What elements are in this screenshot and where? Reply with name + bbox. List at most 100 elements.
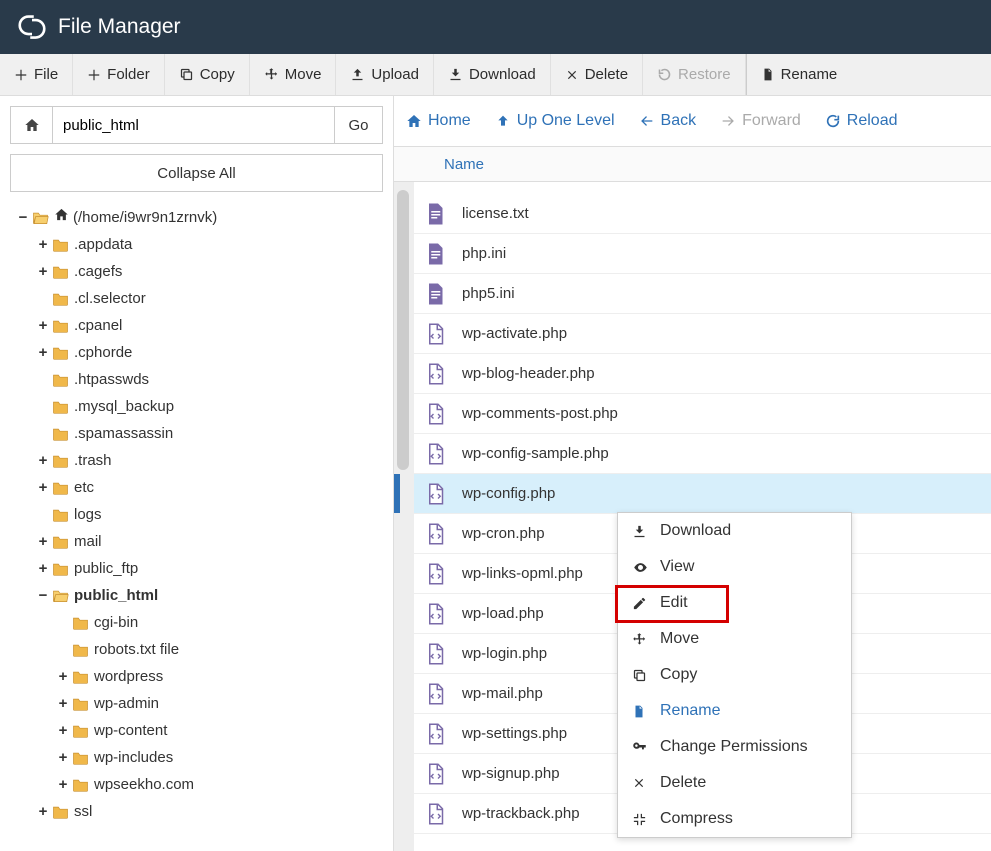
tree-item[interactable]: + wordpress — [56, 663, 383, 690]
column-name[interactable]: Name — [444, 156, 484, 173]
home-icon — [54, 209, 69, 226]
go-button[interactable]: Go — [334, 107, 382, 143]
scrollbar-thumb[interactable] — [397, 190, 409, 470]
context-download[interactable]: Download — [618, 513, 851, 549]
tree-item[interactable]: + wpseekho.com — [56, 771, 383, 798]
tree-toggle[interactable]: − — [16, 204, 30, 231]
tree-label[interactable]: wordpress — [94, 668, 163, 685]
context-copy[interactable]: Copy — [618, 657, 851, 693]
tree-root-label[interactable]: (/home/i9wr9n1zrnvk) — [73, 209, 217, 226]
tree-label[interactable]: .spamassassin — [74, 425, 173, 442]
tree-label[interactable]: .mysql_backup — [74, 398, 174, 415]
tree-label[interactable]: logs — [74, 506, 102, 523]
tree-item[interactable]: + etc — [36, 474, 383, 501]
tree-item[interactable]: + .cphorde — [36, 339, 383, 366]
toolbar-folder-button[interactable]: Folder — [73, 54, 165, 95]
toolbar-delete-button[interactable]: Delete — [551, 54, 643, 95]
tree-item[interactable]: + .appdata — [36, 231, 383, 258]
toolbar-upload-button[interactable]: Upload — [336, 54, 434, 95]
context-delete[interactable]: Delete — [618, 765, 851, 801]
tree-item[interactable]: + ssl — [36, 798, 383, 825]
toolbar-move-button[interactable]: Move — [250, 54, 337, 95]
tree-toggle[interactable]: + — [56, 663, 70, 690]
tree-toggle[interactable]: − — [36, 582, 50, 609]
path-input[interactable] — [53, 107, 334, 143]
tree-label[interactable]: .htpasswds — [74, 371, 149, 388]
tree-item[interactable]: − public_html cgi-bin robots.txt file + wordp… — [36, 582, 383, 798]
context-change-permissions[interactable]: Change Permissions — [618, 729, 851, 765]
collapse-all-button[interactable]: Collapse All — [10, 154, 383, 192]
tree-toggle[interactable]: + — [36, 474, 50, 501]
tree-label[interactable]: mail — [74, 533, 102, 550]
tree-toggle[interactable]: + — [56, 690, 70, 717]
tree-item[interactable]: .cl.selector — [36, 285, 383, 312]
table-row[interactable]: wp-comments-post.php — [414, 394, 991, 434]
tree-item[interactable]: + wp-includes — [56, 744, 383, 771]
tree-item[interactable]: .mysql_backup — [36, 393, 383, 420]
tree-label[interactable]: etc — [74, 479, 94, 496]
table-row[interactable]: wp-activate.php — [414, 314, 991, 354]
tree-toggle[interactable]: + — [36, 447, 50, 474]
context-edit[interactable]: Edit — [618, 585, 851, 621]
table-row[interactable]: wp-config-sample.php — [414, 434, 991, 474]
table-row[interactable] — [414, 182, 991, 194]
tree-item[interactable]: + wp-content — [56, 717, 383, 744]
tree-label[interactable]: .cl.selector — [74, 290, 146, 307]
context-compress[interactable]: Compress — [618, 801, 851, 837]
tree-label[interactable]: public_ftp — [74, 560, 138, 577]
tree-item[interactable]: logs — [36, 501, 383, 528]
tree-label[interactable]: .appdata — [74, 236, 132, 253]
nav-back[interactable]: Back — [639, 112, 697, 130]
tree-label[interactable]: public_html — [74, 587, 158, 604]
tree-toggle[interactable]: + — [36, 231, 50, 258]
nav-reload[interactable]: Reload — [825, 112, 898, 130]
tree-item[interactable]: .htpasswds — [36, 366, 383, 393]
file-name: wp-trackback.php — [462, 805, 580, 822]
tree-item[interactable]: + .cagefs — [36, 258, 383, 285]
tree-label[interactable]: wp-content — [94, 722, 167, 739]
tree-toggle[interactable]: + — [36, 312, 50, 339]
tree-item[interactable]: cgi-bin — [56, 609, 383, 636]
toolbar-copy-button[interactable]: Copy — [165, 54, 250, 95]
tree-toggle[interactable]: + — [36, 339, 50, 366]
tree-item[interactable]: .spamassassin — [36, 420, 383, 447]
table-row[interactable]: php5.ini — [414, 274, 991, 314]
tree-item[interactable]: + public_ftp — [36, 555, 383, 582]
tree-toggle[interactable]: + — [36, 528, 50, 555]
tree-label[interactable]: .trash — [74, 452, 112, 469]
tree-toggle[interactable]: + — [36, 555, 50, 582]
tree-label[interactable]: wpseekho.com — [94, 776, 194, 793]
table-row[interactable]: wp-config.php — [414, 474, 991, 514]
table-row[interactable]: php.ini — [414, 234, 991, 274]
tree-item[interactable]: + .trash — [36, 447, 383, 474]
tree-label[interactable]: ssl — [74, 803, 92, 820]
home-icon[interactable] — [11, 107, 53, 143]
table-row[interactable]: wp-blog-header.php — [414, 354, 991, 394]
tree-item[interactable]: robots.txt file — [56, 636, 383, 663]
tree-toggle[interactable]: + — [56, 717, 70, 744]
context-move[interactable]: Move — [618, 621, 851, 657]
nav-up[interactable]: Up One Level — [495, 112, 615, 130]
tree-label[interactable]: cgi-bin — [94, 614, 138, 631]
tree-label[interactable]: robots.txt file — [94, 641, 179, 658]
tree-label[interactable]: wp-admin — [94, 695, 159, 712]
toolbar-rename-button[interactable]: Rename — [746, 54, 852, 95]
tree-label[interactable]: .cphorde — [74, 344, 132, 361]
toolbar-download-button[interactable]: Download — [434, 54, 551, 95]
toolbar-file-button[interactable]: File — [0, 54, 73, 95]
scrollbar[interactable] — [394, 182, 414, 851]
tree-toggle[interactable]: + — [56, 771, 70, 798]
tree-label[interactable]: wp-includes — [94, 749, 173, 766]
tree-label[interactable]: .cagefs — [74, 263, 122, 280]
context-view[interactable]: View — [618, 549, 851, 585]
tree-toggle[interactable]: + — [56, 744, 70, 771]
table-row[interactable]: license.txt — [414, 194, 991, 234]
tree-toggle[interactable]: + — [36, 798, 50, 825]
tree-toggle[interactable]: + — [36, 258, 50, 285]
context-rename[interactable]: Rename — [618, 693, 851, 729]
tree-label[interactable]: .cpanel — [74, 317, 122, 334]
tree-item[interactable]: + wp-admin — [56, 690, 383, 717]
tree-item[interactable]: + mail — [36, 528, 383, 555]
nav-home[interactable]: Home — [406, 112, 471, 130]
tree-item[interactable]: + .cpanel — [36, 312, 383, 339]
